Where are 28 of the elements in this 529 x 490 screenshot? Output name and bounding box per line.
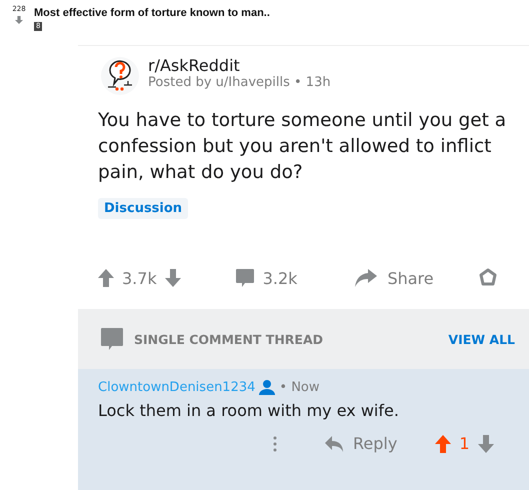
comment-author[interactable]: ClowntownDenisen1234 — [98, 380, 256, 394]
comment-time: • Now — [279, 380, 320, 394]
more-icon[interactable] — [273, 436, 277, 452]
upvote-icon[interactable] — [435, 434, 452, 452]
downvote-icon[interactable] — [164, 269, 181, 287]
comment-text: Lock them in a room with my ex wife. — [98, 401, 400, 420]
downvote-icon[interactable] — [478, 434, 494, 452]
post-meta: Posted by u/Ihavepills • 13h — [148, 75, 331, 90]
thread-label: SINGLE COMMENT THREAD — [134, 332, 324, 346]
downvote-icon[interactable] — [15, 16, 23, 24]
post-title[interactable]: Most effective form of torture known to man.. — [34, 7, 270, 19]
reply-icon — [325, 436, 343, 452]
share-button[interactable]: Share — [355, 268, 434, 288]
upvote-icon[interactable] — [98, 269, 114, 287]
subreddit-name[interactable]: r/AskReddit — [148, 56, 331, 75]
comment-count: 3.2k — [262, 268, 298, 288]
vote-count: 3.7k — [122, 268, 157, 288]
user-icon — [259, 379, 276, 395]
subreddit-icon — [100, 56, 140, 96]
view-all-link[interactable]: VIEW ALL — [448, 332, 515, 346]
award-icon[interactable] — [478, 268, 498, 288]
question-title: You have to torture someone until you get a confession but you aren't allowed to inflict pain, what do you do? — [98, 109, 508, 185]
comment-score: 1 — [459, 434, 470, 453]
reply-button[interactable]: Reply — [325, 434, 398, 453]
comment-icon — [100, 327, 124, 351]
share-icon — [355, 269, 378, 287]
comment-icon[interactable] — [234, 268, 255, 288]
flair-tag: Discussion — [98, 198, 188, 219]
